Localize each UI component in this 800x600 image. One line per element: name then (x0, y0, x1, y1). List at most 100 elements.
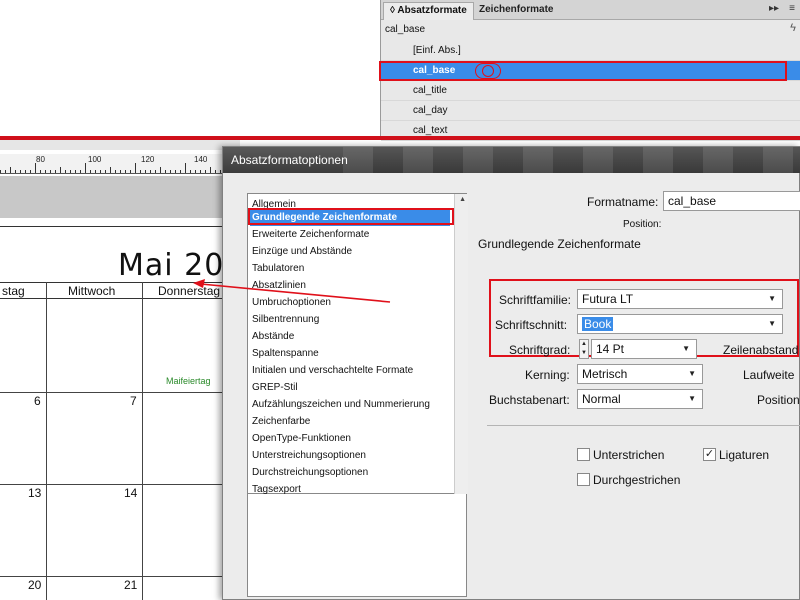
ruler-tick (135, 163, 136, 173)
ruler-tick (190, 170, 191, 173)
category-item[interactable]: Unterstreichungsoptionen (250, 447, 450, 464)
category-item[interactable]: Tagsexport (250, 481, 450, 498)
ruler-tick (140, 170, 141, 173)
schriftgrad-label: Schriftgrad: (509, 343, 571, 357)
category-item[interactable]: Zeichenfarbe (250, 413, 450, 430)
ruler-tick (170, 170, 171, 173)
divider (487, 425, 800, 426)
ruler-tick (110, 167, 111, 173)
dialog-title: Absatzformatoptionen (231, 153, 348, 167)
scroll-up-icon[interactable]: ▲ (459, 196, 466, 203)
grid-line (46, 282, 47, 600)
ruler-tick (10, 167, 11, 173)
zeilenabstand-label: Zeilenabstand (723, 343, 799, 357)
ruler-tick (160, 167, 161, 173)
ruler-tick (115, 170, 116, 173)
schriftschnitt-select[interactable]: Book (577, 314, 783, 334)
category-item[interactable]: Silbentrennung (250, 311, 450, 328)
unterstrichen-checkbox[interactable] (577, 448, 590, 461)
panel-collapse-icon[interactable]: ▸▸ (769, 3, 779, 14)
ruler-tick (200, 170, 201, 173)
style-item-einf-abs[interactable]: [Einf. Abs.] (381, 41, 800, 61)
ruler-tick (55, 170, 56, 173)
schriftfamilie-label: Schriftfamilie: (499, 293, 572, 307)
calendar-document: 80 100 120 140 Mai 20 stag Mittwoch Donn… (0, 140, 240, 600)
category-item[interactable]: Durchstreichungsoptionen (250, 464, 450, 481)
category-item[interactable]: Erweiterte Zeichenformate (250, 226, 450, 243)
day-number: 20 (28, 578, 42, 592)
ruler-tick (205, 170, 206, 173)
kerning-label: Kerning: (525, 368, 570, 382)
category-list: Allgemein Grundlegende Zeichenformate Er… (247, 193, 468, 597)
paragraph-style-options-dialog: Absatzformatoptionen Allgemein Grundlege… (222, 146, 800, 600)
ruler-tick (215, 170, 216, 173)
annotation-arrow-line (200, 283, 391, 303)
laufweite-label: Laufweite (743, 368, 795, 382)
style-item-cal-day[interactable]: cal_day (381, 101, 800, 121)
day-number: 6 (34, 394, 41, 408)
category-item[interactable]: Spaltenspanne (250, 345, 450, 362)
ruler-label: 100 (88, 155, 102, 164)
ruler-tick (5, 170, 6, 173)
category-item[interactable]: Einzüge und Abstände (250, 243, 450, 260)
position-label: Position: (623, 219, 662, 230)
lightning-icon[interactable]: ϟ (790, 22, 796, 34)
ruler-label: 120 (141, 155, 155, 164)
ruler-tick (65, 170, 66, 173)
current-style-label: cal_base (385, 24, 426, 35)
category-item[interactable]: Initialen und verschachtelte Formate (250, 362, 450, 379)
ruler-tick (60, 167, 61, 173)
horizontal-ruler[interactable]: 80 100 120 140 (0, 154, 240, 174)
ruler-label: 140 (194, 155, 208, 164)
style-item-cal-title[interactable]: cal_title (381, 81, 800, 101)
ruler-tick (45, 170, 46, 173)
grid-line (0, 576, 240, 577)
kerning-select[interactable]: Metrisch (577, 364, 703, 384)
ruler-tick (50, 170, 51, 173)
ruler-tick (15, 170, 16, 173)
ruler-tick (70, 170, 71, 173)
category-item[interactable]: Aufzählungszeichen und Nummerierung (250, 396, 450, 413)
formatname-input[interactable]: cal_base (663, 191, 800, 211)
ruler-tick (105, 170, 106, 173)
schriftgrad-stepper[interactable]: ▲ ▼ (579, 339, 589, 359)
schriftschnitt-value: Book (582, 317, 614, 331)
position2-label: Position (757, 393, 800, 407)
day-name: stag (2, 284, 25, 298)
holiday-label: Maifeiertag (166, 376, 211, 386)
annotation-highlight-box (379, 61, 787, 81)
section-title: Grundlegende Zeichenformate (478, 237, 641, 251)
category-item[interactable]: GREP-Stil (250, 379, 450, 396)
ruler-tick (25, 170, 26, 173)
category-scrollbar[interactable]: ▲ (454, 194, 468, 494)
buchstabenart-label: Buchstabenart: (489, 393, 570, 407)
ruler-tick (35, 163, 36, 173)
annotation-scribble-inner (482, 65, 494, 77)
schriftgrad-select[interactable]: 14 Pt (591, 339, 697, 359)
tab-zeichenformate[interactable]: Zeichenformate (473, 2, 559, 20)
tab-absatzformate[interactable]: ◊ Absatzformate (383, 2, 474, 20)
ligaturen-checkbox[interactable]: ✓ (703, 448, 716, 461)
formatname-label: Formatname: (587, 195, 659, 209)
grid-line (142, 282, 143, 600)
ruler-tick (20, 170, 21, 173)
ruler-tick (180, 170, 181, 173)
buchstabenart-select[interactable]: Normal (577, 389, 703, 409)
ruler-tick (165, 170, 166, 173)
ruler-tick (30, 170, 31, 173)
ruler-tick (175, 170, 176, 173)
ruler-tick (185, 163, 186, 173)
title-bar-texture (343, 147, 800, 173)
day-number: 7 (130, 394, 137, 408)
category-item[interactable]: OpenType-Funktionen (250, 430, 450, 447)
ruler-label: 80 (36, 155, 45, 164)
category-list-scroll: Allgemein Grundlegende Zeichenformate Er… (248, 194, 468, 495)
category-item[interactable]: Abstände (250, 328, 450, 345)
schriftfamilie-select[interactable]: Futura LT (577, 289, 783, 309)
durchgestrichen-checkbox[interactable] (577, 473, 590, 486)
ruler-tick (40, 170, 41, 173)
ruler-tick (80, 170, 81, 173)
category-item[interactable]: Tabulatoren (250, 260, 450, 277)
annotation-arrow-head (193, 279, 205, 288)
panel-menu-icon[interactable]: ≡ (789, 3, 795, 14)
